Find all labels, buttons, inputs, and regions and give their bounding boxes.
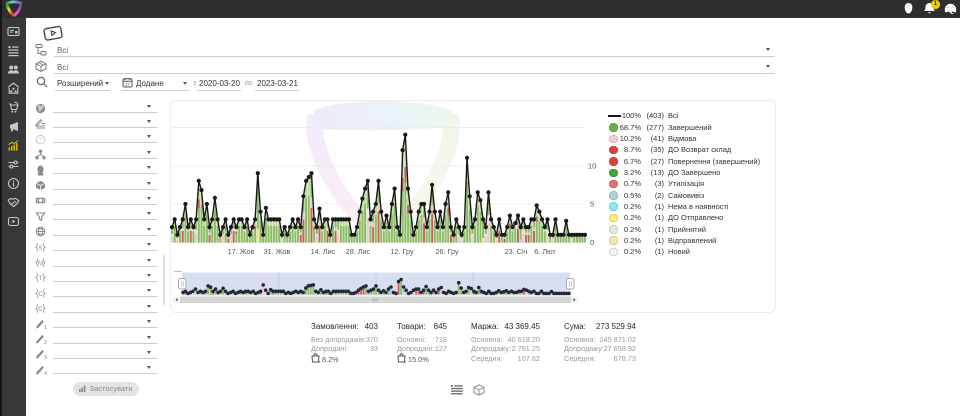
- svg-text:23. Січ: 23. Січ: [505, 247, 528, 256]
- svg-text:17. Жов: 17. Жов: [228, 247, 255, 256]
- svg-text:0: 0: [590, 238, 594, 247]
- svg-text:26. Гру: 26. Гру: [435, 247, 459, 256]
- svg-text:14. Лис: 14. Лис: [311, 247, 336, 256]
- svg-text:x: x: [404, 358, 406, 362]
- svg-text:6. Лют: 6. Лют: [534, 247, 556, 256]
- svg-text:28. Лис: 28. Лис: [346, 247, 371, 256]
- svg-text:31. Жов: 31. Жов: [264, 247, 291, 256]
- svg-text:5: 5: [590, 200, 594, 209]
- svg-text:12. Гру: 12. Гру: [390, 247, 414, 256]
- svg-text:10: 10: [588, 162, 596, 171]
- svg-text:x: x: [318, 358, 320, 362]
